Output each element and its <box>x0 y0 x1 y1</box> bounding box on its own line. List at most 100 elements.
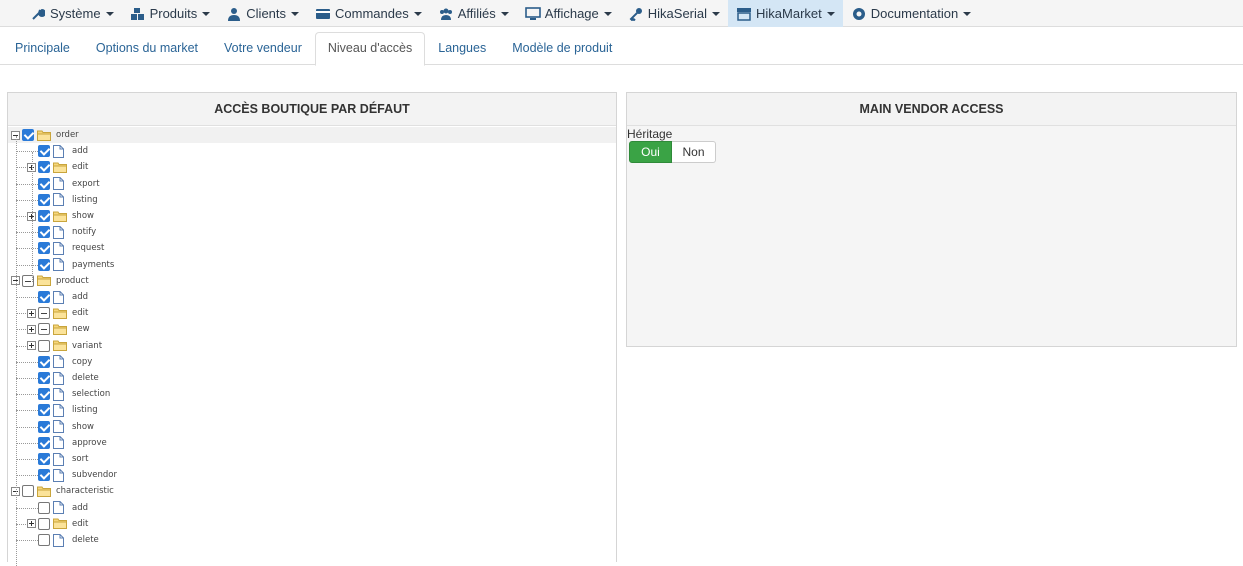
node-checkbox[interactable] <box>38 323 50 336</box>
tree-folder-node[interactable]: edit <box>27 159 88 175</box>
tree-file-node[interactable]: add <box>27 500 88 516</box>
node-label: new <box>72 324 90 335</box>
file-icon <box>53 501 67 515</box>
node-checkbox[interactable] <box>38 258 50 271</box>
node-checkbox[interactable] <box>38 307 50 320</box>
node-checkbox[interactable] <box>38 469 50 482</box>
node-checkbox[interactable] <box>38 210 50 222</box>
tree-file-node[interactable]: notify <box>27 224 96 240</box>
tree-file-node[interactable]: listing <box>27 402 98 418</box>
tree-file-node[interactable]: payments <box>27 257 114 273</box>
file-icon <box>53 355 67 369</box>
default-shop-access-panel: ACCÈS BOUTIQUE PAR DÉFAUT order add edit ex… <box>7 92 617 566</box>
tab-votre-vendeur[interactable]: Votre vendeur <box>211 32 315 65</box>
toggle-oui-button[interactable]: Oui <box>629 141 672 163</box>
menu-hikamarket[interactable]: HikaMarket <box>728 0 843 27</box>
users-icon <box>438 7 454 21</box>
node-checkbox[interactable] <box>38 226 50 239</box>
folder-icon <box>37 129 51 142</box>
node-checkbox[interactable] <box>38 501 50 514</box>
node-checkbox[interactable] <box>38 177 50 190</box>
file-icon <box>53 177 67 191</box>
tree-file-node[interactable]: add <box>27 289 88 305</box>
tree-folder-node[interactable]: edit <box>27 305 88 321</box>
menu-clients[interactable]: Clients <box>218 0 307 27</box>
tab-niveau-d-acces[interactable]: Niveau d'accès <box>314 32 426 66</box>
node-checkbox[interactable] <box>38 453 50 465</box>
tree-file-node[interactable]: request <box>27 240 104 256</box>
tree-folder-node[interactable]: show <box>27 208 94 224</box>
menu-label: Affichage <box>544 6 599 21</box>
file-icon <box>53 436 67 450</box>
node-checkbox[interactable] <box>38 534 50 546</box>
tree-folder-node[interactable]: characteristic <box>11 483 114 499</box>
tree-file-node[interactable]: copy <box>27 354 92 370</box>
node-checkbox[interactable] <box>38 291 50 303</box>
node-checkbox[interactable] <box>38 355 50 368</box>
node-checkbox[interactable] <box>38 420 50 433</box>
cubes-icon <box>130 7 146 21</box>
file-icon <box>53 452 67 466</box>
folder-icon <box>53 210 67 223</box>
tree-file-node[interactable]: sort <box>27 451 88 467</box>
menu-produits[interactable]: Produits <box>122 0 219 27</box>
tab-modele-de-produit[interactable]: Modèle de produit <box>499 32 625 65</box>
tree-folder-node[interactable]: variant <box>27 338 102 354</box>
tree-file-node[interactable]: approve <box>27 435 107 451</box>
tree-file-node[interactable]: add <box>27 143 88 159</box>
node-checkbox[interactable] <box>38 436 50 449</box>
file-icon <box>53 371 67 385</box>
node-label: show <box>72 211 94 221</box>
tab-langues[interactable]: Langues <box>425 32 499 65</box>
node-checkbox[interactable] <box>22 129 34 141</box>
menu-commandes[interactable]: Commandes <box>307 0 430 27</box>
node-checkbox[interactable] <box>38 339 50 352</box>
tree-file-node[interactable]: listing <box>27 192 98 208</box>
node-checkbox[interactable] <box>22 485 34 498</box>
node-label: delete <box>72 535 99 545</box>
folder-icon <box>53 161 67 174</box>
node-checkbox[interactable] <box>38 242 50 255</box>
tree-file-node[interactable]: subvendor <box>27 467 117 483</box>
tree-file-node[interactable]: selection <box>27 386 110 402</box>
tree-file-node[interactable]: export <box>27 176 100 192</box>
menu-affichage[interactable]: Affichage <box>517 0 620 27</box>
tree-folder-node[interactable]: edit <box>27 516 88 532</box>
node-checkbox[interactable] <box>38 161 50 174</box>
tree-folder-node[interactable]: order <box>8 127 616 143</box>
node-label: add <box>72 502 88 513</box>
node-label: notify <box>72 227 97 238</box>
menu-hikaserial[interactable]: HikaSerial <box>620 0 728 27</box>
menu-systeme[interactable]: Système <box>22 0 122 27</box>
node-checkbox[interactable] <box>38 193 50 206</box>
expand-icon[interactable] <box>27 308 36 318</box>
expand-icon[interactable] <box>27 341 36 351</box>
tree-file-node[interactable]: delete <box>27 532 99 548</box>
folder-icon <box>53 517 67 530</box>
tree-file-node[interactable]: show <box>27 419 94 435</box>
node-checkbox[interactable] <box>38 145 50 158</box>
node-checkbox[interactable] <box>38 372 50 384</box>
life-ring-icon <box>851 7 867 21</box>
toggle-non-button[interactable]: Non <box>672 141 716 163</box>
folder-icon <box>53 323 67 336</box>
panel-title: MAIN VENDOR ACCESS <box>627 93 1236 126</box>
node-checkbox[interactable] <box>38 517 50 530</box>
caret-down-icon <box>413 11 422 16</box>
tree-file-node[interactable]: delete <box>27 370 99 386</box>
file-icon <box>53 144 67 158</box>
node-label: request <box>72 243 105 254</box>
tree-folder-node[interactable]: new <box>27 321 90 337</box>
node-checkbox[interactable] <box>38 404 50 417</box>
expand-icon[interactable] <box>27 324 36 334</box>
tree-folder-node[interactable]: product <box>11 273 89 289</box>
menu-affilies[interactable]: Affiliés <box>430 0 517 27</box>
expand-icon[interactable] <box>27 519 36 529</box>
tab-options-du-market[interactable]: Options du market <box>83 32 211 65</box>
menu-documentation[interactable]: Documentation <box>843 0 979 27</box>
node-label: characteristic <box>56 486 114 497</box>
tab-principale[interactable]: Principale <box>2 32 83 65</box>
node-label: show <box>72 421 94 432</box>
caret-down-icon <box>202 11 211 16</box>
node-checkbox[interactable] <box>38 388 50 401</box>
